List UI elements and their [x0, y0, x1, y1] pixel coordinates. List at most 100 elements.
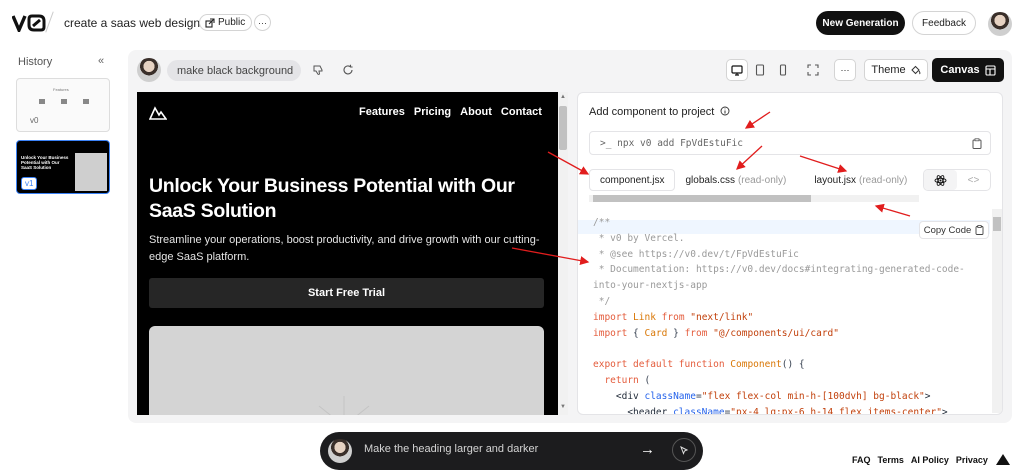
code-token: into-your-nextjs-app — [593, 280, 708, 292]
framework-toggle[interactable]: <> — [923, 169, 991, 191]
history-title: History — [18, 56, 53, 68]
paint-bucket-icon — [910, 65, 921, 74]
prompt-pill[interactable]: make black background — [167, 60, 301, 81]
code-token: * v0 by Vercel. — [593, 232, 685, 244]
public-visibility-button[interactable]: Public — [199, 14, 253, 31]
prompt-author-avatar — [137, 58, 161, 82]
regenerate-icon[interactable] — [339, 61, 357, 79]
nav-link-features[interactable]: Features — [359, 106, 405, 118]
project-title[interactable]: create a saas web design — [64, 16, 200, 30]
user-avatar[interactable] — [988, 12, 1012, 36]
tab-globals-css[interactable]: globals.css (read-only) — [675, 169, 796, 191]
footer-link-faq[interactable]: FAQ — [852, 455, 871, 465]
clipboard-icon[interactable] — [972, 138, 982, 149]
code-token: "flex flex-col min-h-[100dvh] bg-black" — [701, 390, 925, 402]
layout-icon — [985, 64, 996, 76]
footer-link-privacy[interactable]: Privacy — [956, 455, 988, 465]
code-token: Link — [633, 311, 662, 323]
tablet-icon — [755, 64, 765, 76]
clipboard-icon — [975, 225, 984, 235]
file-tabs: component.jsx globals.css (read-only) lay… — [589, 168, 917, 192]
html-code-icon[interactable]: <> — [957, 170, 990, 190]
copy-code-label: Copy Code — [923, 224, 972, 236]
code-token: { — [633, 327, 645, 339]
new-generation-button[interactable]: New Generation — [816, 11, 905, 35]
canvas-button[interactable]: Canvas — [932, 58, 1004, 82]
scroll-up-icon[interactable]: ▲ — [560, 94, 566, 100]
code-token: <header — [593, 406, 674, 415]
code-scrollbar-thumb[interactable] — [993, 217, 1001, 231]
code-token: } — [673, 327, 685, 339]
info-icon[interactable] — [720, 106, 730, 116]
code-token: export default function — [593, 359, 731, 371]
code-token: > — [924, 390, 931, 402]
nav-link-about[interactable]: About — [460, 106, 492, 118]
code-token: Component — [730, 359, 782, 371]
code-token: <div — [593, 390, 645, 402]
tabs-scrollbar-thumb[interactable] — [593, 195, 811, 202]
react-icon[interactable] — [924, 170, 957, 190]
mobile-view-button[interactable] — [772, 59, 794, 81]
feedback-button[interactable]: Feedback — [912, 11, 976, 35]
copy-code-button[interactable]: Copy Code — [919, 221, 989, 239]
footer-link-terms[interactable]: Terms — [878, 455, 904, 465]
external-share-icon — [205, 17, 215, 28]
code-panel: Add component to project >_ npx v0 add F… — [577, 92, 1003, 415]
version-tag: v1 — [21, 177, 38, 190]
readonly-label: (read-only) — [859, 174, 908, 186]
website-preview[interactable]: Features Pricing About Contact Unlock Yo… — [137, 92, 568, 415]
chat-user-avatar — [328, 439, 352, 463]
desktop-view-button[interactable] — [726, 59, 748, 81]
code-token: > — [941, 406, 948, 415]
tab-layout-jsx[interactable]: layout.jsx (read-only) — [804, 169, 917, 191]
breadcrumb-divider — [45, 11, 54, 33]
preview-nav: Features Pricing About Contact — [359, 106, 542, 118]
preview-scrollbar-thumb[interactable] — [559, 106, 567, 150]
code-token: import — [593, 311, 634, 323]
image-placeholder-icon — [318, 396, 370, 415]
code-token: "next/link" — [690, 311, 754, 323]
code-token: * @see https://v0.dev/t/FpVdEstuFic — [593, 248, 799, 260]
history-item-v1[interactable]: Unlock Your Business Potential with Our … — [16, 140, 110, 194]
nav-link-pricing[interactable]: Pricing — [414, 106, 451, 118]
hero-subheading: Streamline your operations, boost produc… — [149, 234, 540, 263]
tab-component-jsx[interactable]: component.jsx — [589, 169, 676, 191]
code-line: return ( — [578, 373, 965, 389]
code-token: ( — [644, 374, 651, 386]
code-scrollbar[interactable] — [992, 209, 1002, 413]
more-options-button[interactable]: ··· — [254, 14, 271, 31]
tab-label: layout.jsx — [814, 174, 856, 186]
tablet-view-button[interactable] — [749, 59, 771, 81]
toolbar-more-button[interactable]: ··· — [834, 59, 856, 81]
add-component-label: Add component to project — [589, 106, 715, 118]
install-command-box[interactable]: >_ npx v0 add FpVdEstuFic — [589, 131, 991, 155]
thumb-title: Features — [53, 87, 69, 92]
code-line: */ — [578, 294, 965, 310]
scroll-down-icon[interactable]: ▼ — [560, 404, 566, 410]
code-token: () { — [781, 359, 805, 371]
theme-button[interactable]: Theme — [864, 59, 928, 81]
install-command: >_ npx v0 add FpVdEstuFic — [600, 137, 743, 149]
code-line: /** — [578, 215, 965, 231]
pick-element-icon[interactable] — [672, 438, 696, 462]
theme-label: Theme — [871, 64, 906, 76]
fullscreen-button[interactable] — [802, 59, 824, 81]
vercel-logo-icon[interactable] — [996, 454, 1010, 465]
collapse-sidebar-icon[interactable]: « — [98, 55, 104, 67]
v0-logo-icon[interactable] — [12, 14, 46, 32]
code-editor[interactable]: /** * v0 by Vercel. * @see https://v0.de… — [578, 209, 990, 415]
readonly-label: (read-only) — [737, 174, 787, 186]
footer-link-ai-policy[interactable]: AI Policy — [911, 455, 949, 465]
send-arrow-icon[interactable]: → — [640, 441, 655, 458]
code-token: className — [644, 390, 696, 402]
nav-link-contact[interactable]: Contact — [501, 106, 542, 118]
code-line: import Link from "next/link" — [578, 310, 965, 326]
hero-heading: Unlock Your Business Potential with Our … — [149, 175, 515, 222]
history-item-v0[interactable]: Features v0 — [16, 78, 110, 132]
thumbs-down-icon[interactable] — [309, 61, 327, 79]
mountain-logo-icon[interactable] — [149, 106, 167, 120]
code-line: into-your-nextjs-app — [578, 278, 965, 294]
start-free-trial-button[interactable]: Start Free Trial — [149, 278, 544, 308]
code-token: return — [593, 374, 645, 386]
chat-input[interactable]: Make the heading larger and darker — [364, 443, 538, 455]
